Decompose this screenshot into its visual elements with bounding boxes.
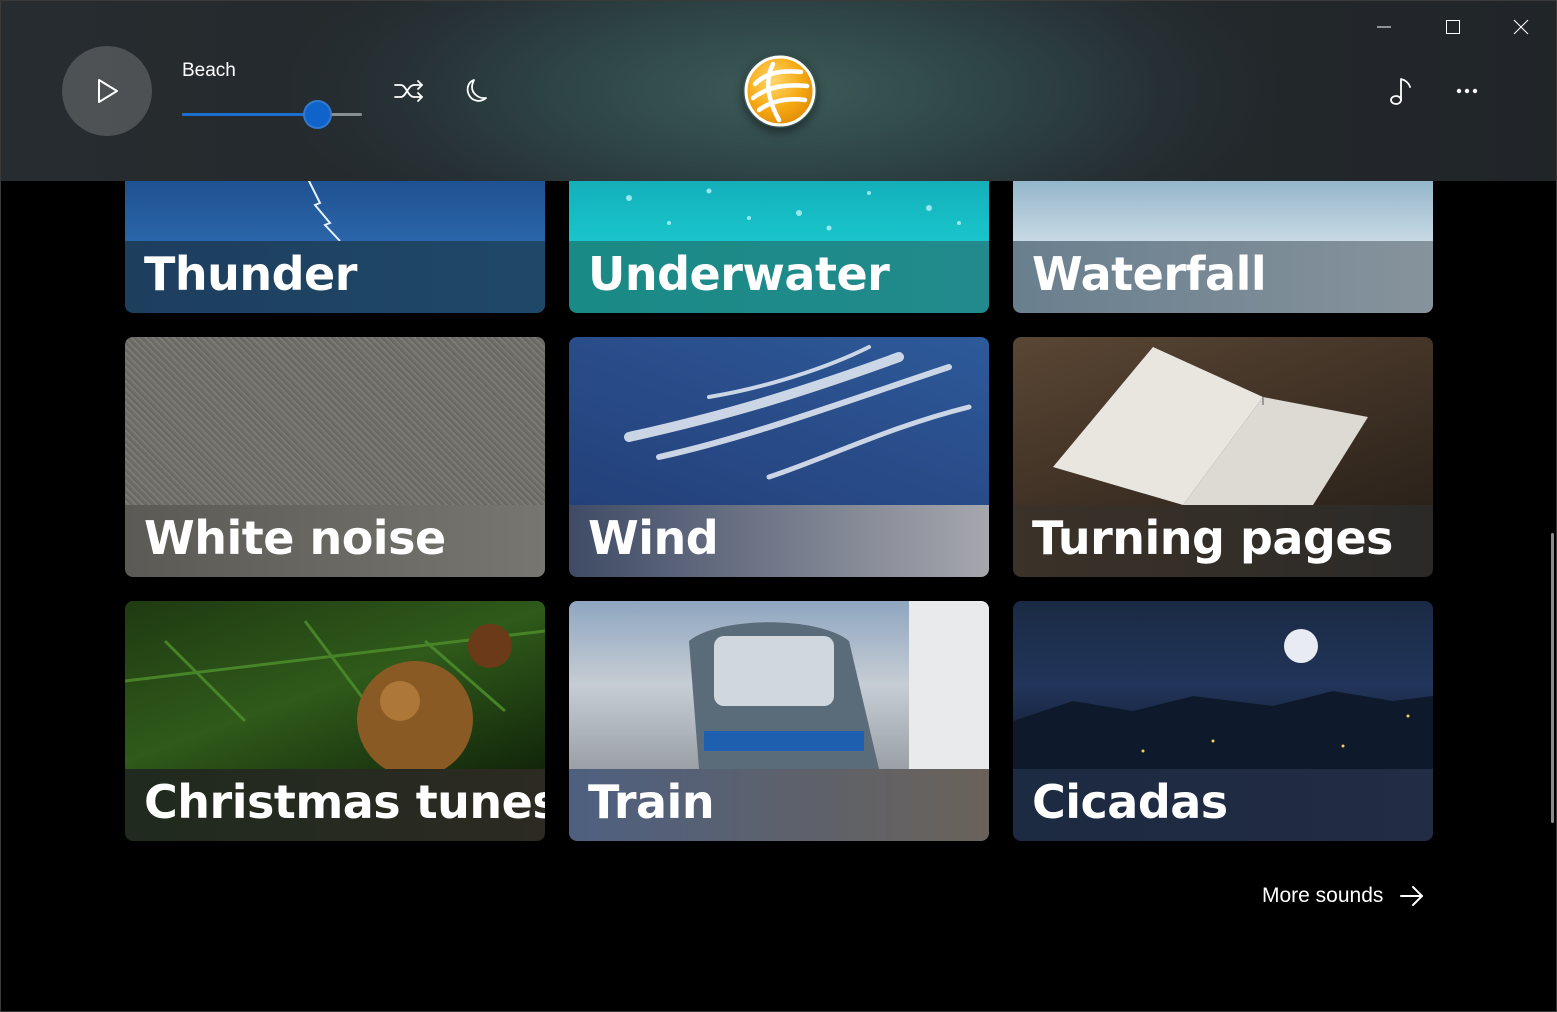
app-logo bbox=[743, 54, 817, 128]
close-button[interactable] bbox=[1496, 9, 1546, 45]
minimize-button[interactable] bbox=[1359, 9, 1409, 45]
book-icon bbox=[1053, 347, 1368, 505]
tile-christmas-tunes[interactable]: Christmas tunes bbox=[125, 601, 545, 841]
volume-thumb[interactable] bbox=[303, 100, 332, 129]
tile-label: Cicadas bbox=[1032, 775, 1228, 829]
more-sounds-label: More sounds bbox=[1262, 884, 1384, 907]
ornament-icon bbox=[125, 620, 545, 769]
tile-white-noise[interactable]: White noise bbox=[125, 337, 545, 577]
more-sounds-link[interactable]: More sounds bbox=[1262, 879, 1425, 913]
white-noise-image bbox=[125, 337, 545, 505]
play-icon bbox=[98, 79, 118, 103]
maximize-icon bbox=[1446, 20, 1460, 34]
moon-night-icon bbox=[1013, 629, 1433, 769]
arrow-right-icon bbox=[1400, 886, 1424, 906]
turning-pages-image bbox=[1013, 337, 1433, 505]
cicadas-image bbox=[1013, 601, 1433, 769]
tile-wind[interactable]: Wind bbox=[569, 337, 989, 577]
tile-label: Wind bbox=[588, 511, 719, 565]
sleep-timer-button[interactable] bbox=[456, 71, 496, 111]
tile-label: Train bbox=[588, 775, 715, 829]
shuffle-icon bbox=[394, 80, 423, 102]
tile-label: Christmas tunes bbox=[144, 775, 545, 829]
app-logo-icon bbox=[744, 55, 816, 127]
tile-label: Turning pages bbox=[1032, 511, 1393, 565]
moon-icon bbox=[466, 79, 487, 102]
play-button[interactable] bbox=[62, 46, 152, 136]
volume-slider[interactable] bbox=[182, 100, 362, 129]
more-options-button[interactable] bbox=[1447, 71, 1487, 111]
music-button[interactable] bbox=[1381, 71, 1421, 111]
tile-label: White noise bbox=[144, 511, 446, 565]
volume-fill bbox=[182, 113, 317, 116]
now-playing-title: Beach bbox=[182, 60, 236, 81]
music-note-icon bbox=[1390, 78, 1411, 105]
train-icon bbox=[689, 601, 989, 769]
christmas-image bbox=[125, 601, 545, 769]
more-icon bbox=[1456, 88, 1478, 94]
tile-label: Thunder bbox=[144, 247, 357, 301]
wind-image bbox=[569, 337, 989, 505]
close-icon bbox=[1513, 19, 1529, 35]
minimize-icon bbox=[1377, 26, 1391, 28]
maximize-button[interactable] bbox=[1428, 9, 1478, 45]
clouds-icon bbox=[624, 345, 972, 480]
tile-train[interactable]: Train bbox=[569, 601, 989, 841]
vertical-scrollbar[interactable] bbox=[1551, 533, 1554, 823]
tile-label: Underwater bbox=[588, 247, 890, 301]
tile-turning-pages[interactable]: Turning pages bbox=[1013, 337, 1433, 577]
tile-label: Waterfall bbox=[1032, 247, 1267, 301]
app-window: Beach Thunder Underwater Waterfall White… bbox=[0, 0, 1557, 1012]
tile-cicadas[interactable]: Cicadas bbox=[1013, 601, 1433, 841]
shuffle-button[interactable] bbox=[389, 71, 429, 111]
train-image bbox=[569, 601, 989, 769]
